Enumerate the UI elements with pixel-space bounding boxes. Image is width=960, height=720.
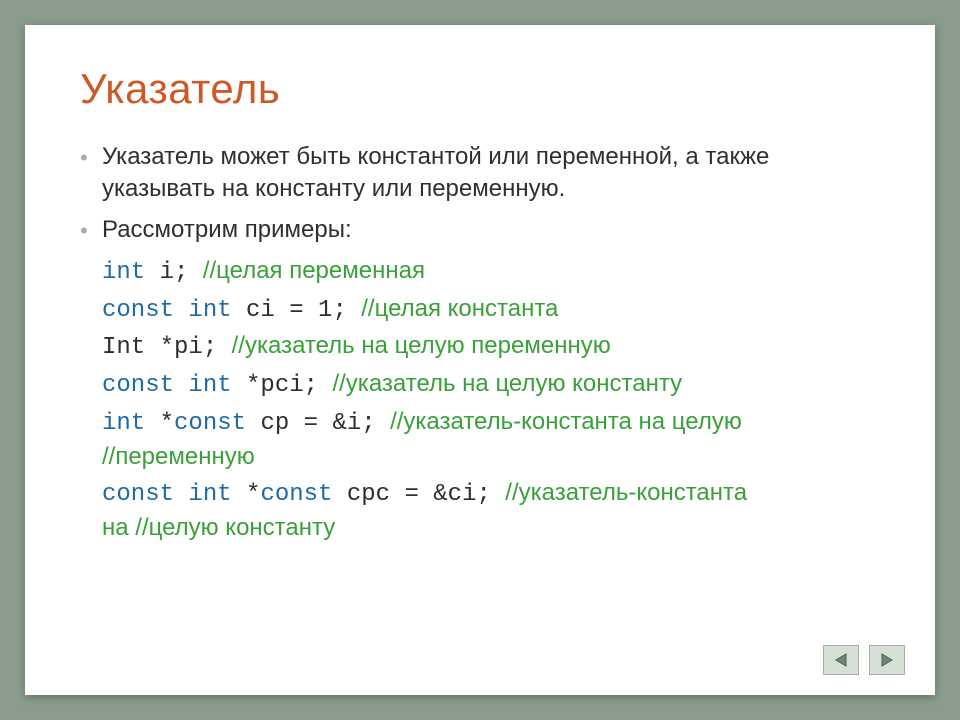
bullet-list: Указатель может быть константой или пере… — [80, 141, 885, 246]
code-examples: int i; //целая переменная const int ci =… — [102, 254, 885, 545]
arrow-right-icon — [878, 652, 896, 668]
code-text: cp = &i; — [260, 410, 390, 437]
code-line: int *const cp = &i; //указатель-констант… — [102, 405, 885, 474]
keyword: const int — [102, 297, 246, 324]
keyword: int — [102, 410, 160, 437]
slide-title: Указатель — [80, 65, 885, 113]
code-line: const int ci = 1; //целая константа — [102, 292, 885, 328]
arrow-left-icon — [832, 652, 850, 668]
code-text: i; — [160, 259, 203, 286]
prev-button[interactable] — [823, 645, 859, 675]
bullet-item: Рассмотрим примеры: — [80, 214, 885, 246]
code-text: * — [246, 481, 260, 508]
keyword: const — [260, 481, 346, 508]
comment: //указатель-константа — [505, 479, 747, 506]
comment: //указатель-константа на целую — [390, 408, 742, 435]
comment: //указатель на целую переменную — [232, 332, 611, 359]
comment: на //целую константу — [102, 514, 335, 541]
keyword: int — [102, 259, 160, 286]
slide: Указатель Указатель может быть константо… — [25, 25, 935, 695]
code-line: int i; //целая переменная — [102, 254, 885, 290]
code-text: ci = 1; — [246, 297, 361, 324]
code-line: const int *const cpc = &ci; //указатель-… — [102, 476, 885, 545]
keyword: const — [174, 410, 260, 437]
next-button[interactable] — [869, 645, 905, 675]
comment: //переменную — [102, 443, 255, 470]
bullet-item: Указатель может быть константой или пере… — [80, 141, 885, 206]
code-text: * — [160, 410, 174, 437]
code-text: *pci; — [246, 372, 332, 399]
keyword: const int — [102, 481, 246, 508]
code-text: cpc = &ci; — [347, 481, 505, 508]
comment: //указатель на целую константу — [332, 370, 682, 397]
comment: //целая константа — [361, 295, 558, 322]
comment: //целая переменная — [203, 257, 425, 284]
keyword: const int — [102, 372, 246, 399]
code-line: const int *pci; //указатель на целую кон… — [102, 367, 885, 403]
nav-controls — [823, 645, 905, 675]
code-text: Int *pi; — [102, 334, 232, 361]
code-line: Int *pi; //указатель на целую переменную — [102, 329, 885, 365]
